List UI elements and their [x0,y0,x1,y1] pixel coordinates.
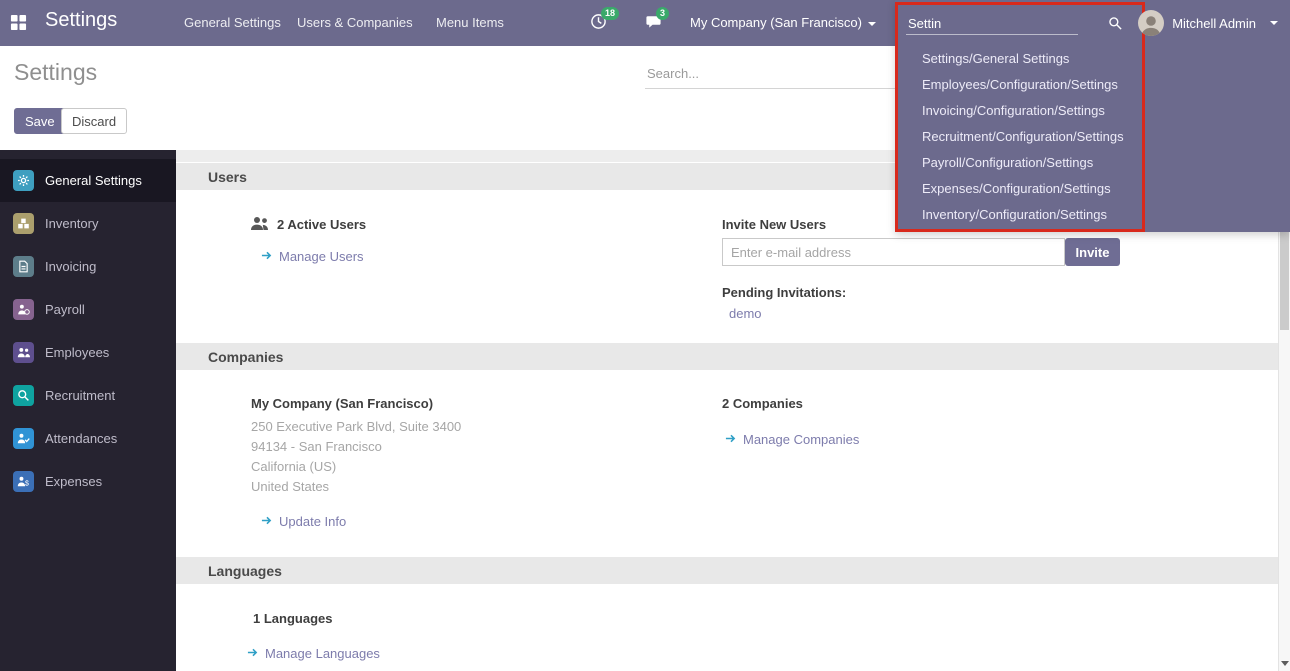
arrow-right-icon [261,249,272,264]
pending-user-link[interactable]: demo [729,306,762,321]
avatar [1138,10,1164,36]
manage-companies-link[interactable]: Manage Companies [743,432,859,447]
pending-invitations-label: Pending Invitations: [722,285,846,300]
sidebar-item-recruitment[interactable]: Recruitment [0,374,176,417]
chevron-down-icon [1281,661,1289,666]
sidebar-item-attendances[interactable]: Attendances [0,417,176,460]
nav-item-general-settings[interactable]: General Settings [184,15,281,30]
address-line: United States [251,477,461,497]
nav-item-users-companies[interactable]: Users & Companies [297,15,413,30]
document-icon [13,256,34,277]
search-suggestion[interactable]: Payroll/Configuration/Settings [898,149,1142,175]
breadcrumb: Settings [14,59,97,86]
invite-button[interactable]: Invite [1065,238,1120,266]
arrow-right-icon [725,432,736,447]
sidebar-item-invoicing[interactable]: Invoicing [0,245,176,288]
settings-sidebar: General Settings Inventory Invoicing Pay… [0,150,176,671]
search-suggestion[interactable]: Expenses/Configuration/Settings [898,175,1142,201]
chevron-down-icon [1270,21,1278,25]
company-name: My Company (San Francisco) [251,396,433,411]
companies-count: 2 Companies [722,396,803,411]
menu-search-input[interactable] [906,13,1078,35]
svg-text:$: $ [25,481,29,488]
user-name: Mitchell Admin [1172,16,1256,31]
arrow-right-icon [261,514,272,529]
activity-menu-button[interactable]: 18 [590,13,610,33]
search-suggestions-list: Settings/General Settings Employees/Conf… [898,45,1142,227]
message-badge: 3 [656,7,669,20]
save-button[interactable]: Save [14,108,66,134]
nav-item-menu-items[interactable]: Menu Items [436,15,504,30]
payroll-person-icon [13,299,34,320]
address-line: California (US) [251,457,461,477]
address-line: 250 Executive Park Blvd, Suite 3400 [251,417,461,437]
app-title[interactable]: Settings [45,9,117,32]
update-info-link[interactable]: Update Info [279,514,346,529]
section-header-companies: Companies [176,343,1278,370]
search-suggestion[interactable]: Employees/Configuration/Settings [898,71,1142,97]
invite-email-input[interactable] [722,238,1065,266]
active-users-count: 2 Active Users [277,217,366,232]
manage-languages-link[interactable]: Manage Languages [265,646,380,661]
apps-grid-icon[interactable] [10,14,28,32]
sidebar-item-inventory[interactable]: Inventory [0,202,176,245]
user-menu[interactable]: Mitchell Admin [1138,0,1290,46]
languages-count: 1 Languages [253,611,332,626]
boxes-icon [13,213,34,234]
manage-users-link[interactable]: Manage Users [279,249,364,264]
arrow-right-icon [247,646,258,661]
company-address: 250 Executive Park Blvd, Suite 3400 9413… [251,417,461,497]
search-icon [1108,16,1122,33]
users-group-icon [250,215,270,234]
sidebar-item-employees[interactable]: Employees [0,331,176,374]
invite-new-users-label: Invite New Users [722,217,826,232]
search-suggestion[interactable]: Inventory/Configuration/Settings [898,201,1142,227]
people-icon [13,342,34,363]
odoo-settings-screen: Settings General Settings Users & Compan… [0,0,1290,671]
expense-dollar-icon: $ [13,471,34,492]
search-suggestion[interactable]: Recruitment/Configuration/Settings [898,123,1142,149]
magnifier-icon [13,385,34,406]
section-header-languages: Languages [176,557,1278,584]
chevron-down-icon [868,22,876,26]
scrollbar-thumb[interactable] [1280,232,1289,330]
search-suggestion[interactable]: Settings/General Settings [898,45,1142,71]
attendance-check-icon [13,428,34,449]
annotation-highlight-box: Settings/General Settings Employees/Conf… [895,2,1145,232]
messages-menu-button[interactable]: 3 [645,13,665,33]
search-suggestion[interactable]: Invoicing/Configuration/Settings [898,97,1142,123]
activity-badge: 18 [601,7,619,20]
company-switcher[interactable]: My Company (San Francisco) [690,15,876,30]
menu-search-row [898,5,1142,43]
company-switcher-label: My Company (San Francisco) [690,15,862,30]
sidebar-item-general-settings[interactable]: General Settings [0,159,176,202]
address-line: 94134 - San Francisco [251,437,461,457]
gear-icon [13,170,34,191]
sidebar-item-expenses[interactable]: $ Expenses [0,460,176,503]
scrollbar-down-button[interactable] [1279,657,1290,669]
discard-button[interactable]: Discard [61,108,127,134]
sidebar-item-payroll[interactable]: Payroll [0,288,176,331]
